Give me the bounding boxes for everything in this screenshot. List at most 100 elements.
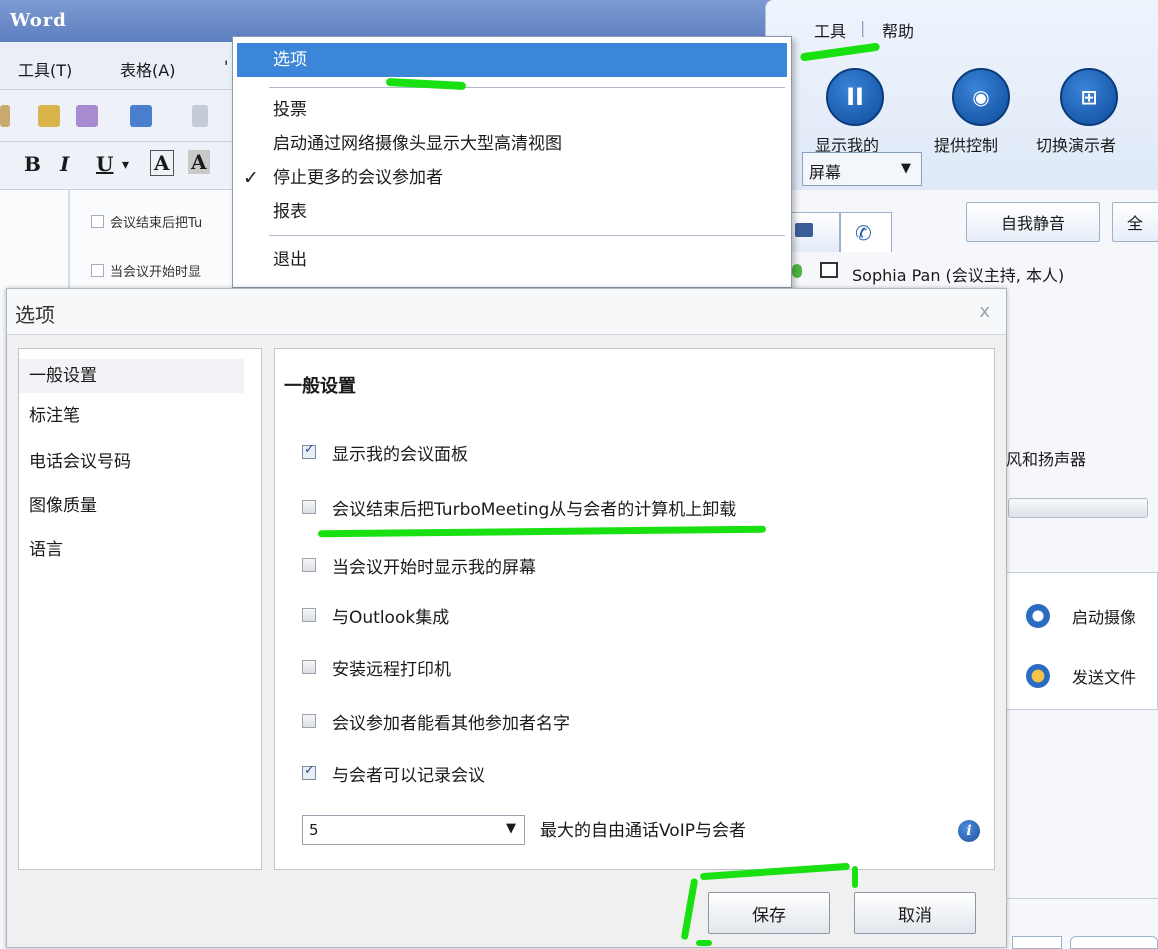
- option-checkbox-see-names[interactable]: [302, 714, 316, 728]
- save-button[interactable]: 保存: [708, 892, 830, 934]
- participant-name[interactable]: Sophia Pan (会议主持, 本人): [852, 262, 1064, 286]
- nav-item-language[interactable]: 语言: [19, 533, 244, 567]
- send-file-label[interactable]: 发送文件: [1072, 664, 1136, 688]
- underline-icon[interactable]: U: [96, 152, 113, 176]
- phone-icon: ✆: [855, 221, 872, 245]
- pause-icon[interactable]: II: [826, 68, 884, 126]
- italic-icon[interactable]: I: [60, 152, 69, 176]
- menu-item-label: 投票: [273, 100, 307, 120]
- settings-nav: 一般设置 标注笔 电话会议号码 图像质量 语言: [18, 348, 262, 870]
- paste-icon[interactable]: [0, 105, 10, 127]
- option-label-see-names[interactable]: 会议参加者能看其他参加者名字: [332, 709, 570, 734]
- word-menu-table[interactable]: 表格(A): [120, 57, 175, 81]
- meeting-menu-tools[interactable]: 工具: [814, 18, 846, 42]
- option-label-record[interactable]: 与会者可以记录会议: [332, 761, 485, 786]
- switch-presenter-icon[interactable]: ⊞: [1060, 68, 1118, 126]
- option-checkbox-record[interactable]: [302, 763, 316, 780]
- doc-text: 当会议开始时显: [110, 265, 202, 280]
- chevron-down-icon: ▼: [901, 161, 911, 176]
- volume-slider[interactable]: [1008, 498, 1148, 518]
- redo-icon[interactable]: [192, 105, 208, 127]
- camera-icon[interactable]: [1026, 604, 1050, 628]
- folder-icon[interactable]: [1026, 664, 1050, 688]
- check-icon: ✓: [243, 167, 259, 189]
- chevron-down-icon[interactable]: ▾: [122, 157, 129, 173]
- option-label-show-panel[interactable]: 显示我的会议面板: [332, 440, 468, 465]
- option-label-uninstall[interactable]: 会议结束后把TurboMeeting从与会者的计算机上卸载: [332, 495, 736, 520]
- menu-item-label: 退出: [273, 250, 307, 270]
- voip-label: 最大的自由通话VoIP与会者: [540, 821, 746, 841]
- mute-all-button[interactable]: 全: [1112, 202, 1158, 242]
- word-menu-partial[interactable]: ': [224, 57, 228, 76]
- bottom-tab[interactable]: [1012, 936, 1062, 949]
- tab-phone[interactable]: ✆: [840, 212, 892, 252]
- annotation-stroke: [852, 866, 858, 888]
- nav-item-general[interactable]: 一般设置: [19, 359, 244, 393]
- mute-self-button[interactable]: 自我静音: [966, 202, 1100, 242]
- voip-max-select[interactable]: 5 ▼: [302, 815, 525, 845]
- menu-separator: [269, 235, 785, 236]
- menu-item-report[interactable]: 报表: [233, 195, 791, 229]
- option-checkbox-show-panel[interactable]: [302, 442, 316, 459]
- provide-control-label[interactable]: 提供控制: [934, 132, 998, 156]
- option-checkbox-show-screen[interactable]: [302, 558, 316, 572]
- doc-margin-line: [68, 190, 70, 290]
- nav-item-annotation-pen[interactable]: 标注笔: [19, 399, 244, 433]
- cancel-button[interactable]: 取消: [854, 892, 976, 934]
- show-screen-dropdown[interactable]: 屏幕 ▼: [802, 152, 922, 186]
- switch-presenter-label[interactable]: 切换演示者: [1036, 132, 1116, 156]
- bold-icon[interactable]: B: [24, 152, 41, 176]
- undo-icon[interactable]: [130, 105, 152, 127]
- monitor-icon: [795, 223, 813, 237]
- mouse-control-icon[interactable]: ◉: [952, 68, 1010, 126]
- word-menu-tools[interactable]: 工具(T): [18, 57, 72, 81]
- char-shading-icon[interactable]: A: [188, 150, 210, 174]
- option-label-show-screen[interactable]: 当会议开始时显示我的屏幕: [332, 553, 536, 578]
- nav-item-label: 图像质量: [29, 496, 97, 516]
- meeting-actions-box: [995, 572, 1158, 710]
- option-checkbox-remote-printer[interactable]: [302, 660, 316, 674]
- word-title: Word: [10, 10, 67, 31]
- start-camera-label[interactable]: 启动摄像: [1072, 604, 1136, 628]
- menu-separator: [269, 87, 785, 88]
- meeting-menu-help[interactable]: 帮助: [882, 18, 914, 42]
- clipboard-icon[interactable]: [38, 105, 60, 127]
- tools-dropdown-menu: 选项 投票 启动通过网络摄像头显示大型高清视图 ✓ 停止更多的会议参加者 报表 …: [232, 36, 792, 288]
- menu-item-hd-webcam[interactable]: 启动通过网络摄像头显示大型高清视图: [233, 127, 791, 161]
- dialog-title-bar: 选项 x: [7, 289, 1006, 335]
- bottom-tab[interactable]: [1070, 936, 1158, 949]
- doc-checkbox: [91, 215, 104, 228]
- menu-item-label: 停止更多的会议参加者: [273, 168, 443, 188]
- meeting-menu-sep: |: [860, 18, 866, 37]
- chevron-down-icon: ▼: [506, 821, 516, 836]
- option-checkbox-uninstall[interactable]: [302, 500, 316, 514]
- nav-item-label: 电话会议号码: [29, 452, 131, 472]
- nav-item-label: 标注笔: [29, 406, 80, 426]
- format-painter-icon[interactable]: [76, 105, 98, 127]
- show-screen-dropdown-label: 屏幕: [809, 163, 842, 182]
- close-icon[interactable]: x: [979, 301, 990, 322]
- menu-item-label: 报表: [273, 202, 307, 222]
- section-title: 一般设置: [284, 376, 356, 397]
- nav-item-label: 语言: [29, 540, 63, 560]
- menu-item-label: 选项: [273, 50, 307, 70]
- cancel-button-label: 取消: [898, 905, 932, 926]
- mute-all-label: 全: [1127, 214, 1144, 233]
- doc-checkbox: [91, 264, 104, 277]
- option-checkbox-outlook[interactable]: [302, 608, 316, 622]
- nav-item-conference-number[interactable]: 电话会议号码: [19, 445, 244, 479]
- dialog-title: 选项: [15, 303, 55, 327]
- menu-item-poll[interactable]: 投票: [233, 93, 791, 127]
- option-label-remote-printer[interactable]: 安装远程打印机: [332, 655, 451, 680]
- mute-self-label: 自我静音: [1000, 214, 1065, 233]
- mic-icon: [792, 264, 802, 278]
- menu-item-exit[interactable]: 退出: [233, 243, 791, 277]
- voip-select-value: 5: [309, 821, 319, 839]
- info-icon[interactable]: i: [958, 820, 980, 842]
- option-label-outlook[interactable]: 与Outlook集成: [332, 603, 449, 628]
- tab-video[interactable]: [788, 212, 840, 252]
- menu-item-options[interactable]: 选项: [237, 43, 787, 77]
- menu-item-stop-attendees[interactable]: ✓ 停止更多的会议参加者: [233, 161, 791, 195]
- char-border-icon[interactable]: A: [150, 150, 174, 176]
- nav-item-image-quality[interactable]: 图像质量: [19, 489, 244, 523]
